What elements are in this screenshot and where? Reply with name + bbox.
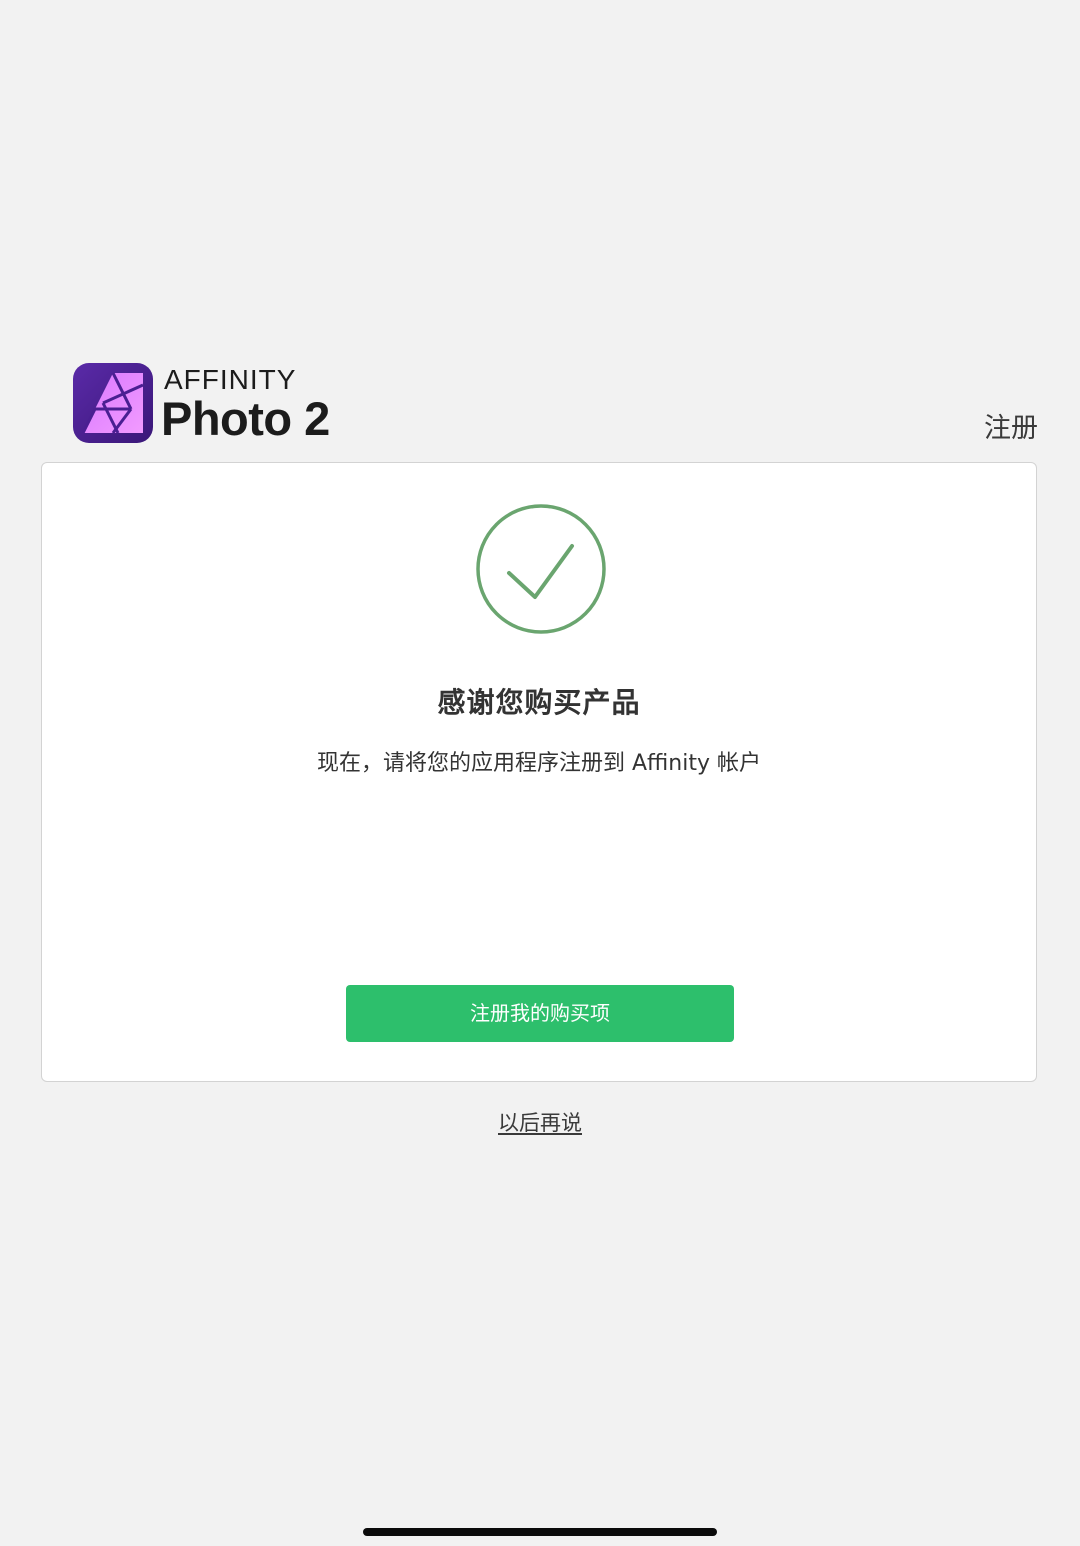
- later-link[interactable]: 以后再说: [498, 1111, 582, 1135]
- home-indicator[interactable]: [363, 1528, 717, 1536]
- brand-product-name: Photo 2: [161, 392, 330, 445]
- checkmark-circle-icon: [476, 504, 606, 634]
- affinity-photo-logo-icon: [73, 363, 153, 443]
- later-link-container: 以后再说: [0, 1106, 1080, 1140]
- card-title: 感谢您购买产品: [437, 686, 641, 719]
- card-subtitle: 现在，请将您的应用程序注册到 Affinity 帐户: [316, 751, 761, 776]
- registration-card: 感谢您购买产品 现在，请将您的应用程序注册到 Affinity 帐户 注册我的购…: [41, 462, 1037, 1082]
- register-purchase-button[interactable]: 注册我的购买项: [346, 985, 734, 1042]
- register-link[interactable]: 注册: [984, 410, 1038, 448]
